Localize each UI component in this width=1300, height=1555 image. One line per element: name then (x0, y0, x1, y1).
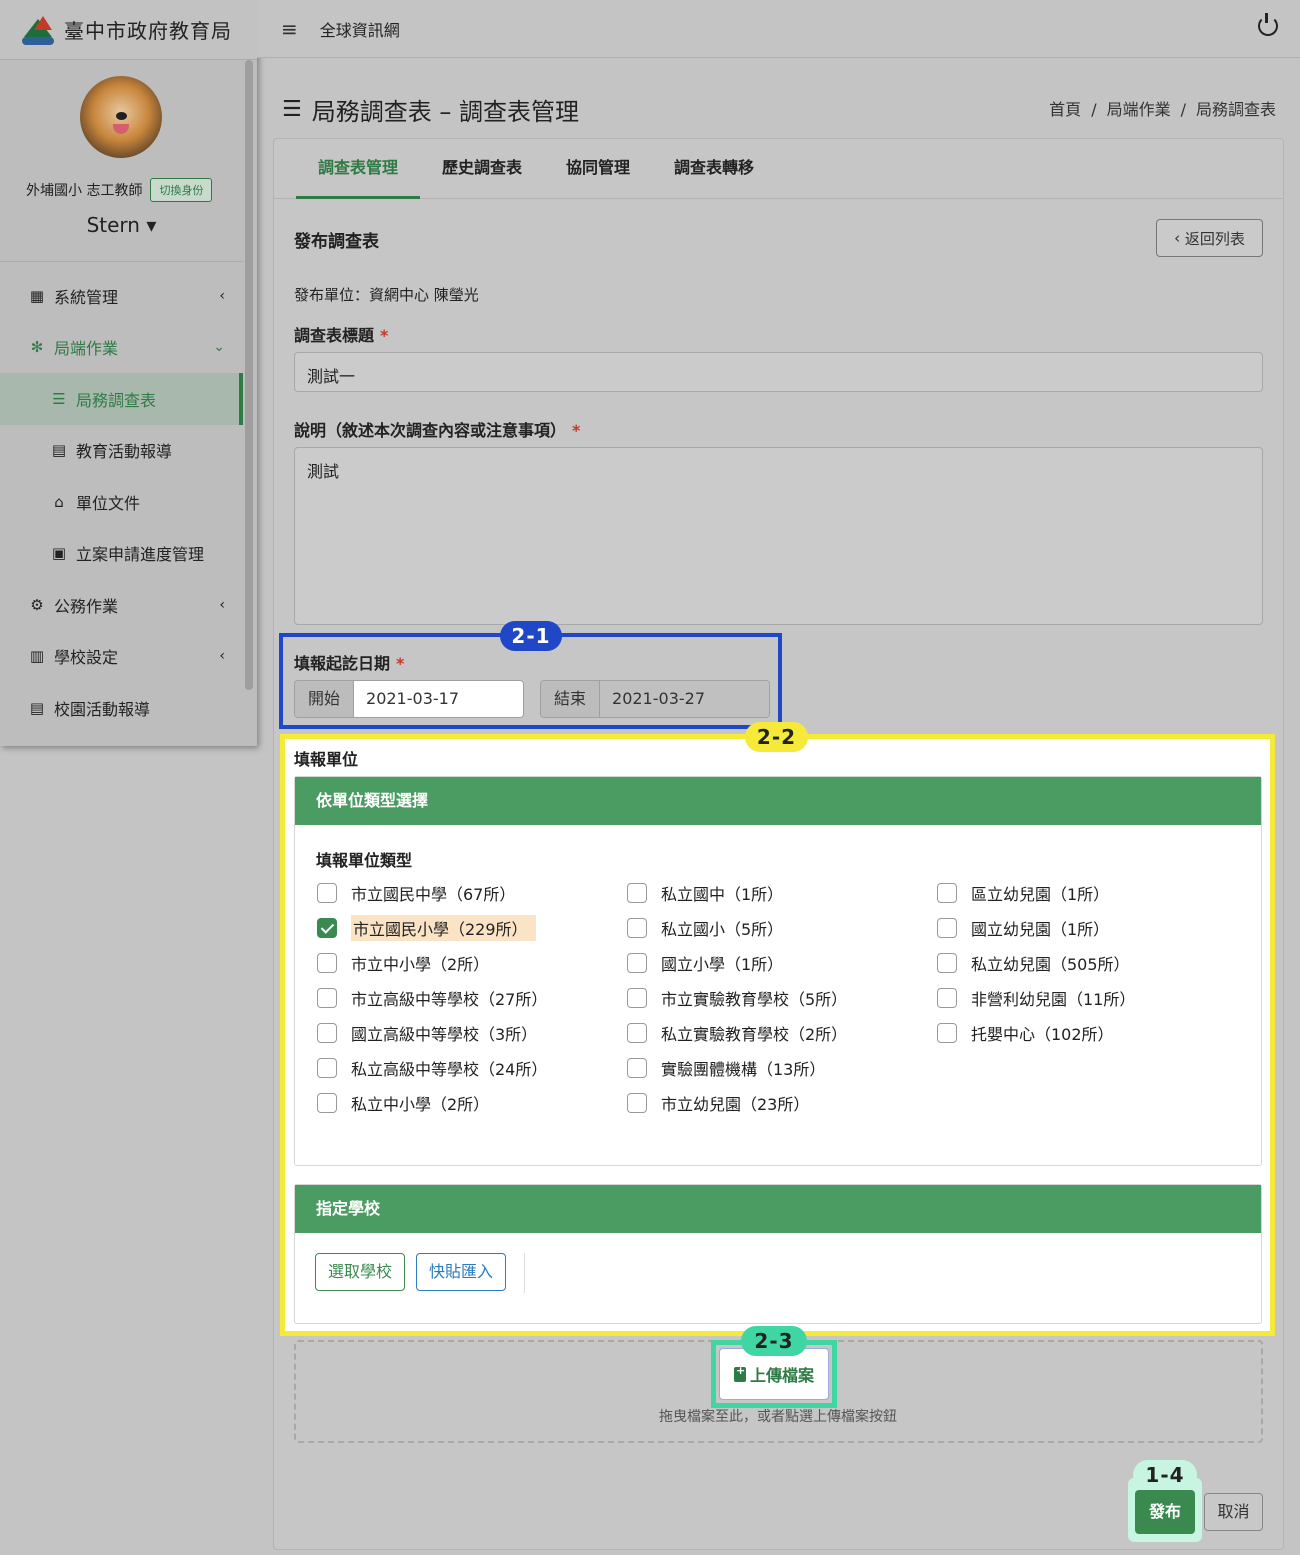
annotation-frame-2-2 (280, 734, 1275, 1336)
breadcrumb-current: 局務調查表 (1195, 100, 1276, 119)
sidebar-item-system[interactable]: ▦ 系統管理 ‹ (0, 270, 243, 322)
tab-transfer[interactable]: 調查表轉移 (652, 139, 776, 199)
sidebar-item-label: 教育活動報導 (76, 442, 173, 462)
title-label-text: 調查表標題 (294, 326, 375, 345)
sidebar-item-official[interactable]: ⚙ 公務作業 ‹ (0, 579, 243, 631)
user-panel: 外埔國小 志工教師 切換身份 Stern ▾ (0, 60, 243, 262)
gear-flower-icon: ✻ (30, 338, 44, 357)
grid-icon: ▦ (29, 286, 45, 305)
chevron-left-icon: ‹ (219, 596, 225, 613)
newspaper-icon: ▤ (51, 441, 67, 460)
user-name: Stern (86, 213, 140, 237)
sidebar-item-bureau[interactable]: ✻ 局端作業 ⌄ (0, 322, 243, 374)
sidebar-item-label: 立案申請進度管理 (76, 545, 205, 565)
sidebar-item-survey[interactable]: ☰ 局務調查表 (0, 373, 243, 425)
logo-icon (22, 13, 56, 47)
sidebar-item-edu-report[interactable]: ▤ 教育活動報導 (0, 425, 243, 477)
sidebar-item-label: 單位文件 (76, 493, 141, 513)
switch-identity-button[interactable]: 切換身份 (150, 178, 213, 202)
annotation-tag-1-4: 1-4 (1133, 1460, 1197, 1490)
breadcrumb-home[interactable]: 首頁 (1049, 100, 1081, 119)
checklist-icon: ☰ (282, 97, 302, 122)
page-title-text: 局務調查表 – 調查表管理 (311, 98, 579, 126)
back-label: 返回列表 (1184, 229, 1245, 248)
drop-hint: 拖曳檔案至此，或者點選上傳檔案按鈕 (0, 1406, 1300, 1426)
sidebar-item-label: 局端作業 (54, 339, 119, 359)
sidebar-item-unit-docs[interactable]: ⌂ 單位文件 (0, 476, 243, 528)
tab-survey-manage[interactable]: 調查表管理 (296, 139, 421, 199)
desc-label: 說明（敘述本次調查內容或注意事項） * (294, 421, 581, 440)
sidebar-item-label: 公務作業 (54, 596, 119, 616)
chevron-left-icon: ‹ (219, 287, 225, 304)
breadcrumb: 首頁 / 局端作業 / 局務調查表 (1049, 100, 1276, 119)
sidebar-nav: ▦ 系統管理 ‹ ✻ 局端作業 ⌄ ☰ 局務調查表 ▤ 教育活動報導 ⌂ 單位文件 ▣ 立案申請… (0, 270, 243, 734)
publish-button[interactable]: 發布 (1135, 1490, 1195, 1534)
cogs-icon: ⚙ (30, 595, 44, 614)
tab-collab[interactable]: 協同管理 (544, 139, 652, 199)
annotation-tag-2-3: 2-3 (741, 1326, 807, 1356)
drop-hint-text: 拖曳檔案至此，或者點選上傳檔案按鈕 (659, 1409, 897, 1425)
annotation-tag-2-2: 2-2 (745, 722, 808, 752)
back-to-list-button[interactable]: ‹ 返回列表 (1156, 219, 1263, 257)
tab-history[interactable]: 歷史調查表 (420, 139, 544, 199)
building-icon: ▥ (29, 647, 45, 666)
sidebar-item-campus-report[interactable]: ▤ 校園活動報導 (0, 682, 243, 734)
calendar-check-icon: ▣ (51, 544, 67, 563)
folder-icon: ⌂ (54, 492, 64, 511)
sidebar-item-label: 校園活動報導 (54, 699, 151, 719)
chevron-left-icon: ‹ (219, 648, 225, 665)
user-menu[interactable]: Stern ▾ (0, 213, 243, 237)
desc-textarea[interactable]: 測試 (294, 447, 1263, 625)
tab-bar: 調查表管理 歷史調查表 協同管理 調查表轉移 (274, 139, 1283, 199)
chevron-down-icon: ⌄ (213, 339, 225, 356)
sidebar: 臺中市政府教育局 外埔國小 志工教師 切換身份 Stern ▾ ▦ 系統管理 ‹ ✻… (0, 0, 257, 746)
power-icon[interactable] (1258, 13, 1278, 36)
section-title: 發布調查表 (294, 232, 379, 252)
desc-label-text: 說明（敘述本次調查內容或注意事項） (294, 421, 567, 440)
caret-down-icon: ▾ (146, 213, 157, 237)
sidebar-header[interactable]: 臺中市政府教育局 (0, 0, 257, 60)
annotation-tag-2-1: 2-1 (500, 621, 562, 651)
global-site-link[interactable]: 全球資訊網 (320, 17, 400, 41)
checklist-icon: ☰ (52, 389, 66, 408)
sidebar-item-label: 系統管理 (54, 287, 119, 307)
title-input[interactable]: 測試一 (294, 352, 1263, 392)
hamburger-icon[interactable]: ≡ (281, 17, 298, 41)
page-title: ☰ 局務調查表 – 調查表管理 (282, 92, 579, 127)
newspaper-icon: ▤ (29, 698, 45, 717)
user-role: 外埔國小 志工教師 (26, 183, 143, 199)
breadcrumb-bureau[interactable]: 局端作業 (1107, 100, 1171, 119)
chevron-left-icon: ‹ (1174, 229, 1185, 247)
sidebar-scrollbar[interactable] (245, 60, 253, 690)
sidebar-item-label: 局務調查表 (76, 390, 157, 410)
sidebar-item-school-settings[interactable]: ▥ 學校設定 ‹ (0, 631, 243, 683)
avatar (80, 76, 162, 158)
title-label: 調查表標題 * (294, 326, 389, 345)
sidebar-item-label: 學校設定 (54, 648, 119, 668)
publisher-info: 發布單位：資網中心 陳瑩光 (294, 286, 479, 304)
org-name: 臺中市政府教育局 (64, 19, 232, 43)
top-bar: ≡ 全球資訊網 (257, 0, 1300, 58)
cancel-button[interactable]: 取消 (1204, 1493, 1263, 1531)
sidebar-item-registration[interactable]: ▣ 立案申請進度管理 (0, 528, 243, 580)
